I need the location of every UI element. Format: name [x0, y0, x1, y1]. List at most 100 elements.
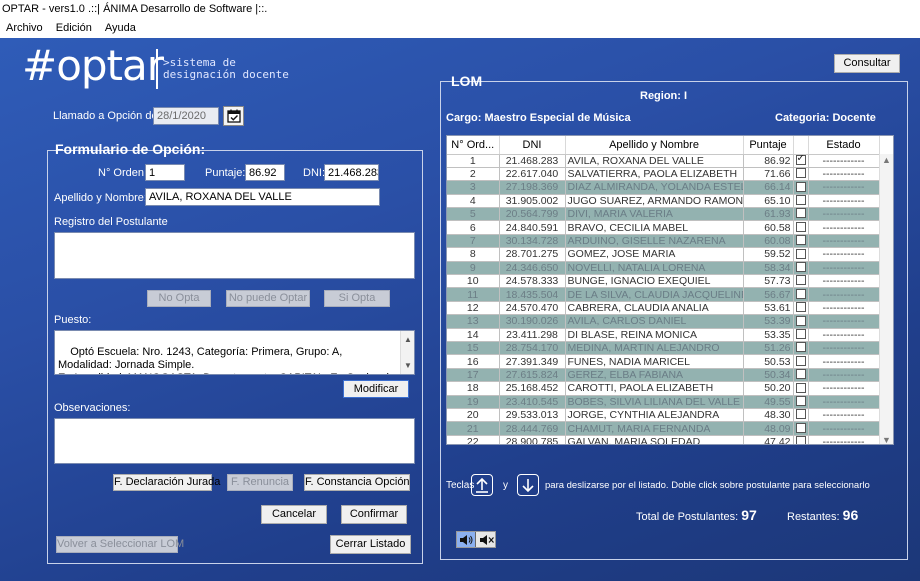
- scroll-up-icon[interactable]: ▲: [401, 333, 414, 346]
- cell-orden: 21: [447, 421, 500, 436]
- menu-archivo[interactable]: Archivo: [0, 20, 48, 34]
- title-bar: OPTAR - vers1.0 .::| ÁNIMA Desarrollo de…: [0, 0, 920, 20]
- row-checkbox[interactable]: [795, 262, 806, 273]
- col-header-puntaje[interactable]: Puntaje: [743, 136, 794, 155]
- table-row[interactable]: 22 28.900.785 GALVAN, MARIA SOLEDAD 47.42 --…: [447, 435, 880, 444]
- cell-orden: 12: [447, 301, 500, 316]
- cell-check: [793, 408, 809, 423]
- table-row[interactable]: 17 27.615.824 GEREZ, ELBA FABIANA 50.34 ----…: [447, 368, 880, 383]
- puesto-scrollbar[interactable]: ▲ ▼: [400, 331, 414, 374]
- row-checkbox[interactable]: [795, 342, 806, 353]
- cell-dni: 24.578.333: [499, 274, 566, 289]
- no-opta-button[interactable]: No Opta: [147, 290, 211, 307]
- row-checkbox[interactable]: [795, 409, 806, 420]
- scroll-down-icon[interactable]: ▼: [882, 435, 891, 444]
- cell-estado: ------------: [808, 408, 880, 423]
- table-row[interactable]: 9 24.346.650 NOVELLI, NATALIA LORENA 58.34-…: [447, 261, 880, 276]
- consultar-button[interactable]: Consultar: [834, 54, 900, 73]
- table-row[interactable]: 13 30.190.026 AVILA, CARLOS DANIEL 53.39 ---…: [447, 314, 880, 329]
- table-row[interactable]: 15 28.754.170 MEDINA, MARTIN ALEJANDRO 51.2…: [447, 341, 880, 356]
- table-scrollbar[interactable]: ▲ ▼: [879, 154, 893, 444]
- table-row[interactable]: 18 25.168.452 CAROTTI, PAOLA ELIZABETH 50.2…: [447, 381, 880, 396]
- menu-edicion[interactable]: Edición: [51, 20, 97, 34]
- cell-orden: 10: [447, 274, 500, 289]
- table-row[interactable]: 14 23.411.298 DI BLASE, REINA MONICA 53.35-…: [447, 328, 880, 342]
- row-checkbox[interactable]: [795, 355, 806, 366]
- declaracion-jurada-button[interactable]: F. Declaración Jurada: [113, 474, 220, 491]
- cell-estado: ------------: [808, 167, 880, 182]
- table-row[interactable]: 12 24.570.470 CABRERA, CLAUDIA ANALIA 53.61…: [447, 301, 880, 316]
- row-checkbox[interactable]: [795, 154, 806, 165]
- table-row[interactable]: 6 24.840.591 BRAVO, CECILIA MABEL 60.58 ----…: [447, 220, 880, 235]
- table-row[interactable]: 121.468.283AVILA, ROXANA DEL VALLE86.92-…: [447, 154, 880, 168]
- volver-seleccionar-lom-button[interactable]: Volver a Seleccionar LOM: [56, 536, 184, 553]
- row-checkbox[interactable]: [795, 235, 806, 246]
- calendar-button[interactable]: [223, 106, 244, 126]
- table-row[interactable]: 5 20.564.799 DIVI, MARIA VALERIA 61.93 -----…: [447, 207, 880, 222]
- modificar-button[interactable]: Modificar: [343, 380, 409, 398]
- cell-estado: ------------: [808, 381, 880, 396]
- row-checkbox[interactable]: [795, 195, 806, 206]
- table-row[interactable]: 21 28.444.769 CHAMUT, MARIA FERNANDA 48.09-…: [447, 421, 880, 436]
- row-checkbox[interactable]: [795, 395, 806, 406]
- scroll-down-icon[interactable]: ▼: [401, 359, 414, 372]
- orden-field[interactable]: 1: [145, 164, 185, 181]
- row-checkbox[interactable]: [795, 168, 806, 179]
- table-row[interactable]: 10 24.578.333 BUNGE, IGNACIO EXEQUIEL 57.73…: [447, 274, 880, 289]
- cell-apellido: MEDINA, MARTIN ALEJANDRO: [565, 341, 744, 356]
- no-puede-optar-button[interactable]: No puede Optar: [226, 290, 310, 307]
- scroll-up-icon[interactable]: ▲: [882, 155, 891, 165]
- table-row[interactable]: 8 28.701.275 GOMEZ, JOSE MARIA 59.52 -------…: [447, 247, 880, 262]
- col-header-dni[interactable]: DNI: [499, 136, 566, 155]
- row-checkbox[interactable]: [795, 328, 806, 339]
- sound-on-button[interactable]: [457, 532, 476, 547]
- row-checkbox[interactable]: [795, 369, 806, 380]
- row-checkbox[interactable]: [795, 302, 806, 313]
- row-checkbox[interactable]: [795, 315, 806, 326]
- renuncia-button[interactable]: F. Renuncia: [227, 474, 293, 491]
- table-row[interactable]: 11 18.435.504 DE LA SILVA, CLAUDIA JACQUEL…: [447, 287, 880, 302]
- col-header-estado[interactable]: Estado: [808, 136, 880, 155]
- cell-dni: 24.570.470: [499, 301, 566, 316]
- row-checkbox[interactable]: [795, 248, 806, 259]
- row-checkbox[interactable]: [795, 422, 806, 433]
- si-opta-button[interactable]: Si Opta: [324, 290, 390, 307]
- puesto-label: Puesto:: [54, 314, 92, 326]
- col-header-orden[interactable]: N° Ord...: [447, 136, 500, 155]
- dni-field[interactable]: 21.468.283: [324, 164, 379, 181]
- table-row[interactable]: 4 31.905.002 JUGO SUAREZ, ARMANDO RAMON D.…: [447, 194, 880, 209]
- row-checkbox[interactable]: [795, 382, 806, 393]
- sound-toggle[interactable]: [456, 531, 496, 548]
- row-checkbox[interactable]: [795, 436, 806, 444]
- llamado-date-field[interactable]: 28/1/2020: [153, 107, 219, 125]
- puntaje-field[interactable]: 86.92: [245, 164, 285, 181]
- constancia-opcion-button[interactable]: F. Constancia Opción: [304, 474, 410, 491]
- cell-puntaje: 51.26: [743, 341, 794, 356]
- cell-apellido: BUNGE, IGNACIO EXEQUIEL: [565, 274, 744, 289]
- cell-apellido: SALVATIERRA, PAOLA ELIZABETH: [565, 167, 744, 182]
- row-checkbox[interactable]: [795, 221, 806, 232]
- row-checkbox[interactable]: [795, 288, 806, 299]
- apellido-field[interactable]: AVILA, ROXANA DEL VALLE: [145, 188, 380, 206]
- observaciones-textarea[interactable]: [54, 418, 415, 464]
- row-checkbox[interactable]: [795, 181, 806, 192]
- table-row[interactable]: 3 27.198.369 DIAZ ALMIRANDA, YOLANDA ESTEL…: [447, 180, 880, 195]
- col-header-apellido[interactable]: Apellido y Nombre: [565, 136, 744, 155]
- menu-ayuda[interactable]: Ayuda: [100, 20, 141, 34]
- speaker-mute-icon[interactable]: [479, 534, 495, 546]
- cerrar-listado-button[interactable]: Cerrar Listado: [330, 535, 411, 554]
- cancelar-button[interactable]: Cancelar: [261, 505, 327, 524]
- confirmar-button[interactable]: Confirmar: [341, 505, 407, 524]
- row-checkbox[interactable]: [795, 275, 806, 286]
- cell-puntaje: 71.66: [743, 167, 794, 182]
- categoria-label: Categoria: Docente: [775, 112, 876, 124]
- registro-textarea[interactable]: [54, 232, 415, 279]
- table-row[interactable]: 7 30.134.728 ARDUINO, GISELLE NAZARENA 60.0…: [447, 234, 880, 249]
- arrow-down-icon: [522, 479, 534, 493]
- puesto-textarea[interactable]: Optó Escuela: Nro. 1243, Categoría: Prim…: [54, 330, 415, 375]
- table-row[interactable]: 20 29.533.013 JORGE, CYNTHIA ALEJANDRA 48.3…: [447, 408, 880, 423]
- table-row[interactable]: 19 23.410.545 BOBES, SILVIA LILIANA DEL VA…: [447, 395, 880, 409]
- table-row[interactable]: 2 22.617.040 SALVATIERRA, PAOLA ELIZABETH 7…: [447, 167, 880, 182]
- table-row[interactable]: 16 27.391.349 FUNES, NADIA MARICEL 50.53 ---…: [447, 354, 880, 369]
- row-checkbox[interactable]: [795, 208, 806, 219]
